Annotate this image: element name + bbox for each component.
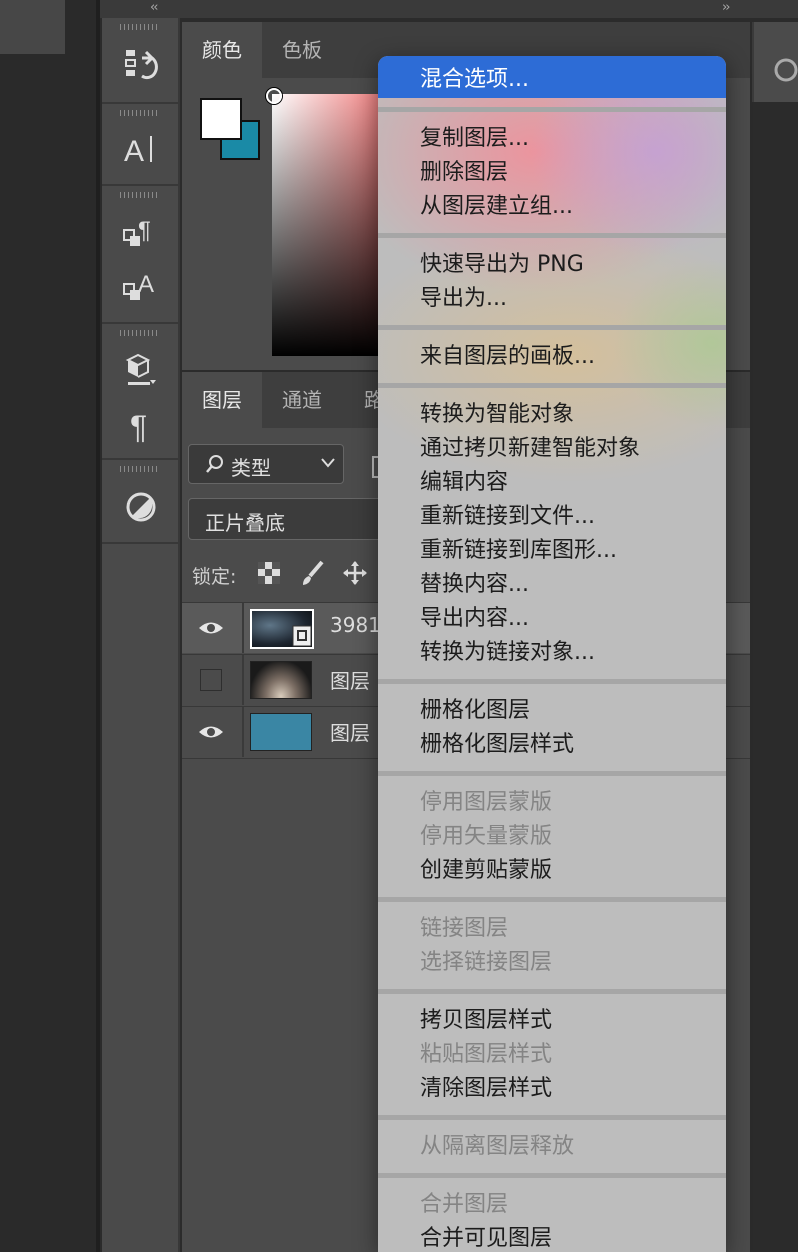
smart-object-icon [292,625,312,647]
menu-item: 从隔离图层释放 [420,1134,575,1159]
blend-mode-value: 正片叠底 [205,511,285,535]
grip-handle[interactable] [120,466,160,472]
menu-item[interactable]: 创建剪贴蒙版 [378,854,726,888]
column-divider [242,655,244,705]
menu-item[interactable]: 合并可见图层 [378,1222,726,1252]
color-field[interactable] [272,94,382,356]
canvas-divider [96,0,100,1252]
grip-handle[interactable] [120,24,160,30]
menu-separator [378,1115,726,1120]
character-styles-icon[interactable]: A [122,266,160,304]
color-picker-ring[interactable] [266,88,282,104]
foreground-color-swatch[interactable] [200,98,242,140]
history-icon[interactable] [122,46,160,84]
grip-handle[interactable] [120,330,160,336]
layer-type-filter[interactable]: 类型 [188,444,344,484]
lock-label: 锁定: [192,566,237,588]
menu-item[interactable]: 替换内容... [378,568,726,602]
adjustments-icon[interactable] [122,488,160,526]
history-group [102,18,178,104]
chevron-down-icon [321,458,335,468]
svg-text:A: A [138,271,154,298]
menu-item[interactable]: 删除图层 [378,156,726,190]
3d-properties-icon[interactable] [122,350,160,388]
paragraph-icon[interactable]: ¶ [122,406,160,444]
menu-separator [378,989,726,994]
tab-swatches[interactable]: 色板 [262,22,342,78]
menu-separator [378,1173,726,1178]
grip-handle[interactable] [120,192,160,198]
menu-item[interactable]: 混合选项... [378,56,726,98]
menu-item: 选择链接图层 [420,950,553,975]
menu-item[interactable]: 通过拷贝新建智能对象 [378,432,726,466]
search-icon [206,455,223,473]
panel-dock-topbar: ‹‹ ›› [100,0,798,18]
character-icon[interactable]: A [122,130,160,168]
column-divider [242,707,244,757]
menu-item[interactable]: 拷贝图层样式 [378,1004,726,1038]
menu-item[interactable]: 复制图层... [378,122,726,156]
menu-item: 停用矢量蒙版 [420,824,553,849]
menu-item[interactable]: 栅格化图层样式 [378,728,726,762]
menu-item: 链接图层 [420,916,509,941]
eye-icon[interactable] [198,615,224,641]
document-canvas-area [0,0,100,1252]
svg-text:¶: ¶ [138,217,151,244]
collapse-right-icon[interactable]: ›› [722,0,731,15]
menu-item[interactable]: 编辑内容 [378,466,726,500]
tab-layers[interactable]: 图层 [182,372,262,428]
menu-separator [378,383,726,388]
layer-name[interactable]: 3981 [330,613,381,637]
menu-separator [378,107,726,112]
libraries-panel-collapsed [752,22,798,102]
tab-channels[interactable]: 通道 [262,372,342,428]
menu-item[interactable]: 转换为智能对象 [378,398,726,432]
visibility-toggle-empty[interactable] [200,669,222,691]
menu-item[interactable]: 导出为... [378,282,726,316]
menu-item[interactable]: 栅格化图层 [378,694,726,728]
menu-separator [378,679,726,684]
menu-item: 粘贴图层样式 [420,1042,553,1067]
layer-thumbnail[interactable] [250,661,312,699]
layer-thumbnail-fill[interactable] [250,713,312,751]
layer-name[interactable]: 图层 [330,665,370,694]
paragraph-styles-icon[interactable]: ¶ [122,212,160,250]
menu-item[interactable]: 转换为链接对象... [378,636,726,670]
menu-separator [378,233,726,238]
menu-item[interactable]: 从图层建立组... [378,190,726,224]
tab-color[interactable]: 颜色 [182,22,262,78]
menu-item[interactable]: 导出内容... [378,602,726,636]
filter-label: 类型 [231,456,271,480]
lock-transparent-pixels-icon[interactable] [256,560,282,586]
grip-handle[interactable] [120,110,160,116]
lock-image-pixels-icon[interactable] [300,560,326,586]
menu-item: 合并图层 [420,1192,509,1217]
layer-name[interactable]: 图层 [330,717,370,746]
eye-icon[interactable] [198,719,224,745]
collapse-left-icon[interactable]: ‹‹ [150,0,159,15]
lock-position-icon[interactable] [342,560,368,586]
character-group: A [102,104,178,186]
column-divider [242,603,244,653]
layer-context-menu: 混合选项... 复制图层... 删除图层 从图层建立组... 快速导出为 PNG 导出为.… [378,56,726,1252]
svg-text:¶: ¶ [130,409,147,444]
menu-item[interactable]: 清除图层样式 [378,1072,726,1106]
paragraph-styles-group: ¶ A [102,186,178,324]
menu-separator [378,325,726,330]
layer-thumbnail[interactable] [250,609,314,649]
canvas-top-strip [0,0,65,54]
properties-group: ¶ [102,324,178,460]
menu-item: 停用图层蒙版 [420,790,553,815]
menu-separator [378,771,726,776]
adjustments-group [102,460,178,544]
menu-item[interactable]: 重新链接到库图形... [378,534,726,568]
creative-cloud-icon[interactable] [772,56,798,84]
collapsed-panel-strip: A ¶ A ¶ [102,18,180,1252]
svg-text:A: A [124,135,144,168]
menu-item[interactable]: 快速导出为 PNG [378,248,726,282]
menu-separator [378,897,726,902]
menu-item[interactable]: 重新链接到文件... [378,500,726,534]
menu-item[interactable]: 来自图层的画板... [378,340,726,374]
